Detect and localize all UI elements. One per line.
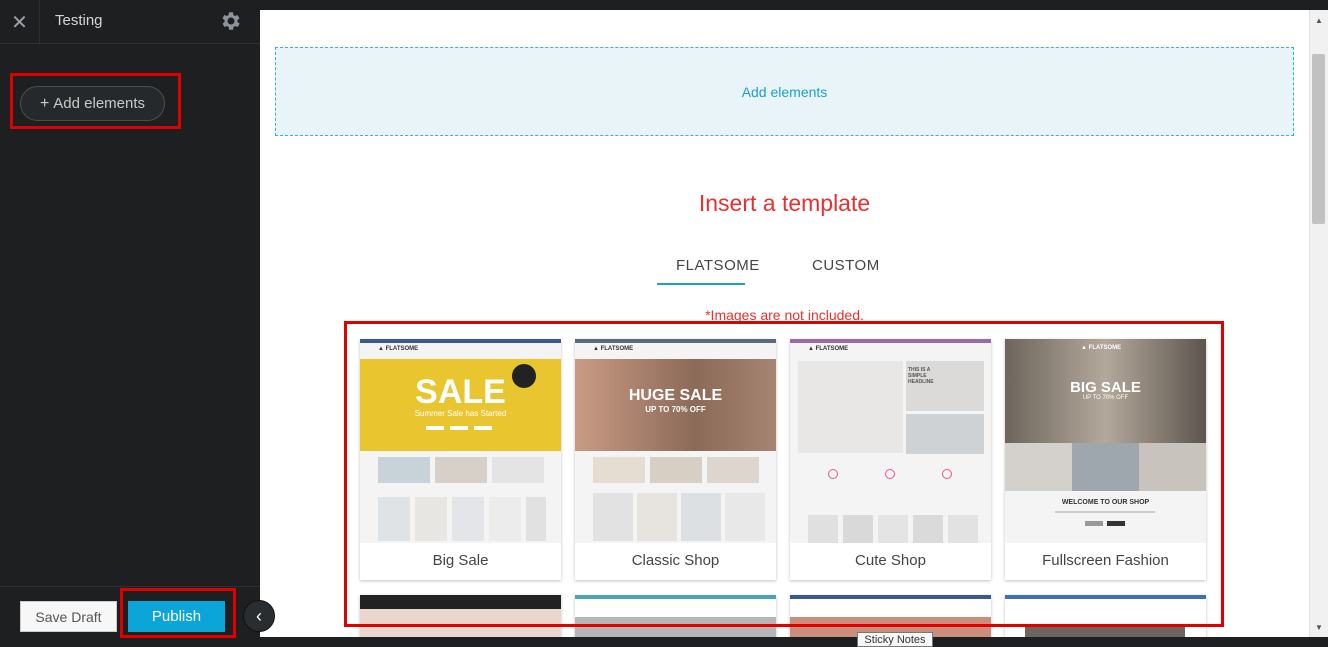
close-icon[interactable]: ✕ bbox=[0, 0, 40, 44]
template-name: Big Sale bbox=[432, 552, 489, 569]
add-elements-label: Add elements bbox=[53, 95, 146, 112]
scroll-thumb[interactable] bbox=[1312, 54, 1325, 224]
images-note: *Images are not included. bbox=[705, 307, 864, 323]
page-canvas: Add elements Insert a template FLATSOME … bbox=[260, 10, 1309, 637]
page-title: Testing bbox=[55, 12, 103, 29]
save-draft-button[interactable]: Save Draft bbox=[20, 601, 117, 632]
canvas-scrollbar[interactable]: ▲ ▼ bbox=[1309, 10, 1328, 637]
template-card-row2-2[interactable] bbox=[575, 595, 776, 637]
insert-template-heading: Insert a template bbox=[698, 190, 871, 216]
publish-button[interactable]: Publish bbox=[128, 601, 225, 632]
preview-big-sub: UP TO 70% OFF bbox=[1082, 395, 1129, 401]
preview-welcome: WELCOME TO OUR SHOP bbox=[1061, 499, 1150, 506]
tab-flatsome[interactable]: FLATSOME bbox=[676, 257, 760, 274]
chevron-left-icon: ‹ bbox=[256, 605, 262, 626]
preview-big-sale: BIG SALE bbox=[1070, 379, 1141, 396]
top-frame bbox=[260, 0, 1328, 10]
sticky-notes-tooltip: Sticky Notes bbox=[857, 632, 933, 647]
template-preview: ▲ FLATSOME BIG SALE UP TO 70% OFF WELCOM… bbox=[1005, 339, 1206, 543]
template-card-cute-shop[interactable]: ▲ FLATSOME THIS IS A SIMPLE HEADLINE Cut… bbox=[790, 339, 991, 580]
builder-sidebar: ✕ Testing + Add elements Save Draft Publ… bbox=[0, 0, 260, 647]
template-preview: ▲ FLATSOME THIS IS A SIMPLE HEADLINE bbox=[790, 339, 991, 543]
add-elements-button[interactable]: + Add elements bbox=[20, 86, 165, 121]
template-card-big-sale[interactable]: ▲ FLATSOME SALE Summer Sale has Started … bbox=[360, 339, 561, 580]
preview-huge-sale: HUGE SALE bbox=[628, 387, 723, 404]
preview-sale-sub: Summer Sale has Started bbox=[414, 409, 507, 418]
template-card-row2-4[interactable] bbox=[1005, 595, 1206, 637]
template-card-row2-3[interactable] bbox=[790, 595, 991, 637]
plus-icon: + bbox=[39, 94, 50, 112]
template-card-classic-shop[interactable]: ▲ FLATSOME HUGE SALE UP TO 70% OFF Class… bbox=[575, 339, 776, 580]
dropzone-label: Add elements bbox=[741, 83, 828, 100]
scroll-up-icon[interactable]: ▲ bbox=[1310, 12, 1328, 28]
template-name: Classic Shop bbox=[631, 552, 720, 569]
template-name: Fullscreen Fashion bbox=[1042, 552, 1169, 569]
template-card-row2-1[interactable] bbox=[360, 595, 561, 637]
template-name: Cute Shop bbox=[855, 552, 926, 569]
scroll-down-icon[interactable]: ▼ bbox=[1310, 619, 1328, 635]
tab-custom[interactable]: CUSTOM bbox=[812, 257, 880, 274]
preview-headline: THIS IS A SIMPLE HEADLINE bbox=[908, 367, 934, 385]
template-preview: ▲ FLATSOME HUGE SALE UP TO 70% OFF bbox=[575, 339, 776, 543]
active-tab-indicator bbox=[657, 283, 745, 285]
bottom-frame bbox=[260, 637, 1328, 647]
template-preview: ▲ FLATSOME SALE Summer Sale has Started bbox=[360, 339, 561, 543]
collapse-sidebar-button[interactable]: ‹ bbox=[243, 600, 275, 632]
preview-huge-sub: UP TO 70% OFF bbox=[645, 405, 706, 414]
add-elements-dropzone[interactable]: Add elements bbox=[275, 47, 1294, 136]
gear-icon[interactable] bbox=[219, 9, 243, 33]
template-card-fullscreen-fashion[interactable]: ▲ FLATSOME BIG SALE UP TO 70% OFF WELCOM… bbox=[1005, 339, 1206, 580]
